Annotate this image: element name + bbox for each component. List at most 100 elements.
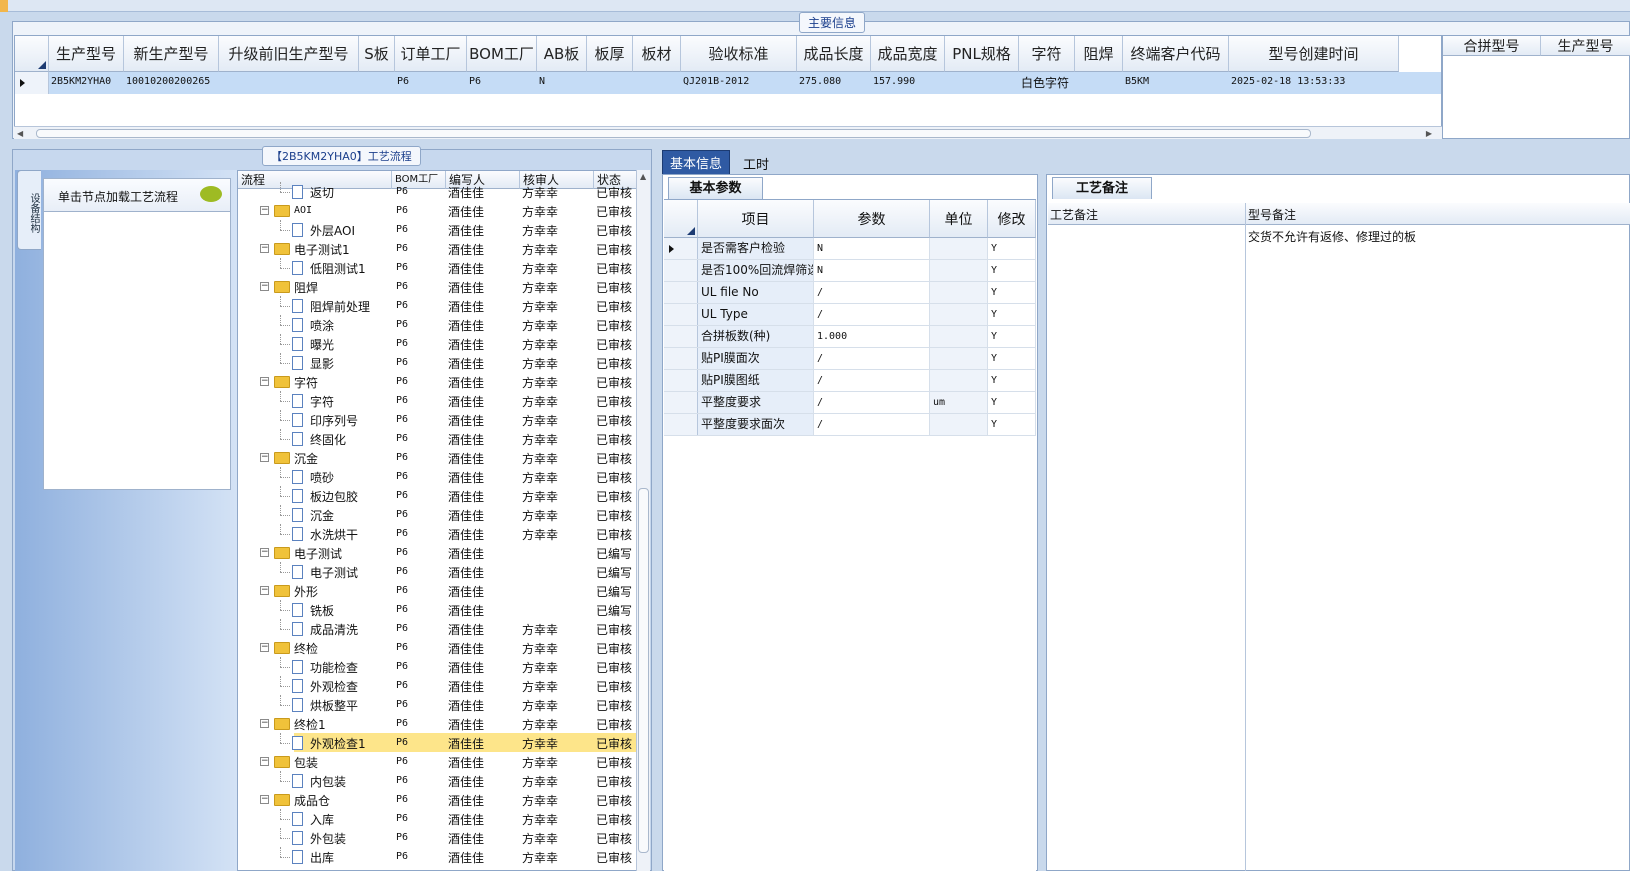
tree-node[interactable]: 外层AOI P6 酒佳佳 方幸幸 已审核 [238, 220, 638, 239]
param-row[interactable]: 是否100%回流焊筛选 N Y [664, 260, 1036, 282]
column-header[interactable]: 验收标准 [681, 36, 797, 72]
param-row[interactable]: 平整度要求面次 / Y [664, 414, 1036, 436]
tree-node[interactable]: − 电子测试1 P6 酒佳佳 方幸幸 已审核 [238, 239, 638, 258]
param-cell[interactable]: Y [988, 370, 1036, 391]
table-cell[interactable]: N [539, 76, 545, 87]
param-cell[interactable]: Y [988, 392, 1036, 413]
tree-node[interactable]: 低阻测试1 P6 酒佳佳 方幸幸 已审核 [238, 258, 638, 277]
tree-node[interactable]: 外观检查 P6 酒佳佳 方幸幸 已审核 [238, 676, 638, 695]
tree-node[interactable]: 曝光 P6 酒佳佳 方幸幸 已审核 [238, 334, 638, 353]
merged-model-grid[interactable]: 合拼型号 生产型号 [1442, 35, 1630, 139]
tab-basic-info[interactable]: 基本信息 [662, 150, 731, 175]
param-cell[interactable]: Y [988, 260, 1036, 281]
scroll-right-icon[interactable]: ▶ [1426, 129, 1432, 138]
tree-node[interactable]: 水洗烘干 P6 酒佳佳 方幸幸 已审核 [238, 524, 638, 543]
collapse-icon[interactable]: − [260, 282, 269, 291]
tab-process-notes[interactable]: 工艺备注 [1052, 177, 1152, 199]
param-cell[interactable]: Y [988, 414, 1036, 435]
tree-node[interactable]: − 终检 P6 酒佳佳 方幸幸 已审核 [238, 638, 638, 657]
param-cell[interactable]: / [814, 392, 930, 413]
param-cell[interactable]: Y [988, 282, 1036, 303]
tab-basic-params[interactable]: 基本参数 [668, 177, 763, 199]
param-cell[interactable]: / [814, 282, 930, 303]
collapse-icon[interactable]: − [260, 757, 269, 766]
tree-node[interactable]: 入库 P6 酒佳佳 方幸幸 已审核 [238, 809, 638, 828]
column-header[interactable]: AB板 [537, 36, 587, 72]
column-header[interactable]: 板厚 [587, 36, 633, 72]
table-cell[interactable]: QJ201B-2012 [683, 76, 749, 87]
tree-node[interactable]: − 包装 P6 酒佳佳 方幸幸 已审核 [238, 752, 638, 771]
collapse-icon[interactable]: − [260, 244, 269, 253]
tree-node[interactable]: − 阻焊 P6 酒佳佳 方幸幸 已审核 [238, 277, 638, 296]
tree-node[interactable]: 沉金 P6 酒佳佳 方幸幸 已审核 [238, 505, 638, 524]
param-row[interactable]: 贴PI膜面次 / Y [664, 348, 1036, 370]
param-cell[interactable] [930, 326, 988, 347]
column-header[interactable]: 升级前旧生产型号 [219, 36, 359, 72]
column-header[interactable]: S板 [359, 36, 395, 72]
param-row[interactable]: 是否需客户检验 N Y [664, 238, 1036, 260]
param-row[interactable]: UL file No / Y [664, 282, 1036, 304]
param-cell[interactable]: / [814, 304, 930, 325]
table-cell[interactable]: 10010200200265 [126, 76, 210, 87]
tree-node[interactable]: 阻焊前处理 P6 酒佳佳 方幸幸 已审核 [238, 296, 638, 315]
tree-node[interactable]: − 字符 P6 酒佳佳 方幸幸 已审核 [238, 372, 638, 391]
collapse-icon[interactable]: − [260, 206, 269, 215]
param-cell[interactable] [930, 370, 988, 391]
tree-node[interactable]: − 外形 P6 酒佳佳 已编写 [238, 581, 638, 600]
param-cell[interactable] [930, 348, 988, 369]
tab-hours[interactable]: 工时 [736, 152, 776, 175]
param-row[interactable]: 合拼板数(种) 1.000 Y [664, 326, 1036, 348]
param-cell[interactable]: Y [988, 304, 1036, 325]
param-cell[interactable]: / [814, 370, 930, 391]
param-cell[interactable] [930, 304, 988, 325]
tree-node[interactable]: 终固化 P6 酒佳佳 方幸幸 已审核 [238, 429, 638, 448]
param-cell[interactable] [930, 238, 988, 259]
tree-node[interactable]: 板边包胶 P6 酒佳佳 方幸幸 已审核 [238, 486, 638, 505]
horizontal-scrollbar[interactable]: ◀ ▶ [14, 126, 1442, 139]
column-header[interactable]: 参数 [814, 200, 930, 238]
column-header[interactable]: 生产型号 [49, 36, 124, 72]
column-header[interactable]: 成品长度 [797, 36, 871, 72]
tree-node[interactable]: 出库 P6 酒佳佳 方幸幸 已审核 [238, 847, 638, 866]
column-header[interactable]: 成品宽度 [871, 36, 945, 72]
tree-node[interactable]: − AOI P6 酒佳佳 方幸幸 已审核 [238, 201, 638, 220]
param-cell[interactable]: N [814, 238, 930, 259]
table-cell[interactable]: 2B5KM2YHA0 [51, 76, 111, 87]
column-header[interactable]: 型号创建时间 [1229, 36, 1399, 72]
param-cell[interactable]: Y [988, 348, 1036, 369]
column-header[interactable]: 新生产型号 [124, 36, 219, 72]
main-info-grid[interactable]: 生产型号 新生产型号 升级前旧生产型号 S板 订单工厂 BOM工厂 AB板 板厚 板材 验收标准成… [14, 35, 1442, 139]
tree-node[interactable]: 喷砂 P6 酒佳佳 方幸幸 已审核 [238, 467, 638, 486]
scroll-left-icon[interactable]: ◀ [17, 129, 23, 138]
param-cell[interactable] [930, 282, 988, 303]
tree-node[interactable]: 电子测试 P6 酒佳佳 已编写 [238, 562, 638, 581]
param-cell[interactable]: 1.000 [814, 326, 930, 347]
scroll-up-icon[interactable]: ▲ [640, 172, 646, 181]
tree-node[interactable]: 烘板整平 P6 酒佳佳 方幸幸 已审核 [238, 695, 638, 714]
table-cell[interactable]: 157.990 [873, 76, 915, 87]
tree-node[interactable]: − 沉金 P6 酒佳佳 方幸幸 已审核 [238, 448, 638, 467]
collapse-icon[interactable]: − [260, 548, 269, 557]
collapse-icon[interactable]: − [260, 453, 269, 462]
param-cell[interactable] [930, 260, 988, 281]
collapse-icon[interactable]: − [260, 586, 269, 595]
tree-node[interactable]: − 电子测试 P6 酒佳佳 已编写 [238, 543, 638, 562]
flow-tree[interactable]: 流程 BOM工厂 编写人 核审人 状态 返切 P6 酒佳佳 方幸幸 已审核 − AOI P6 酒佳佳 方幸… [237, 170, 650, 871]
table-cell[interactable]: B5KM [1125, 76, 1149, 87]
table-cell[interactable]: P6 [469, 76, 481, 87]
param-cell[interactable] [930, 414, 988, 435]
side-tab-equipment[interactable]: 设备结构 [17, 170, 41, 250]
column-header[interactable]: 单位 [930, 200, 988, 238]
collapse-icon[interactable]: − [260, 719, 269, 728]
table-cell[interactable]: P6 [397, 76, 409, 87]
column-header[interactable]: BOM工厂 [467, 36, 537, 72]
collapse-icon[interactable]: − [260, 795, 269, 804]
column-header[interactable]: 订单工厂 [395, 36, 467, 72]
param-row[interactable]: 平整度要求 / um Y [664, 392, 1036, 414]
param-cell[interactable]: N [814, 260, 930, 281]
scrollbar-thumb[interactable] [36, 129, 1311, 138]
column-header[interactable]: 阻焊 [1075, 36, 1123, 72]
column-header[interactable]: PNL规格 [945, 36, 1019, 72]
param-cell[interactable]: Y [988, 326, 1036, 347]
collapse-icon[interactable]: − [260, 377, 269, 386]
